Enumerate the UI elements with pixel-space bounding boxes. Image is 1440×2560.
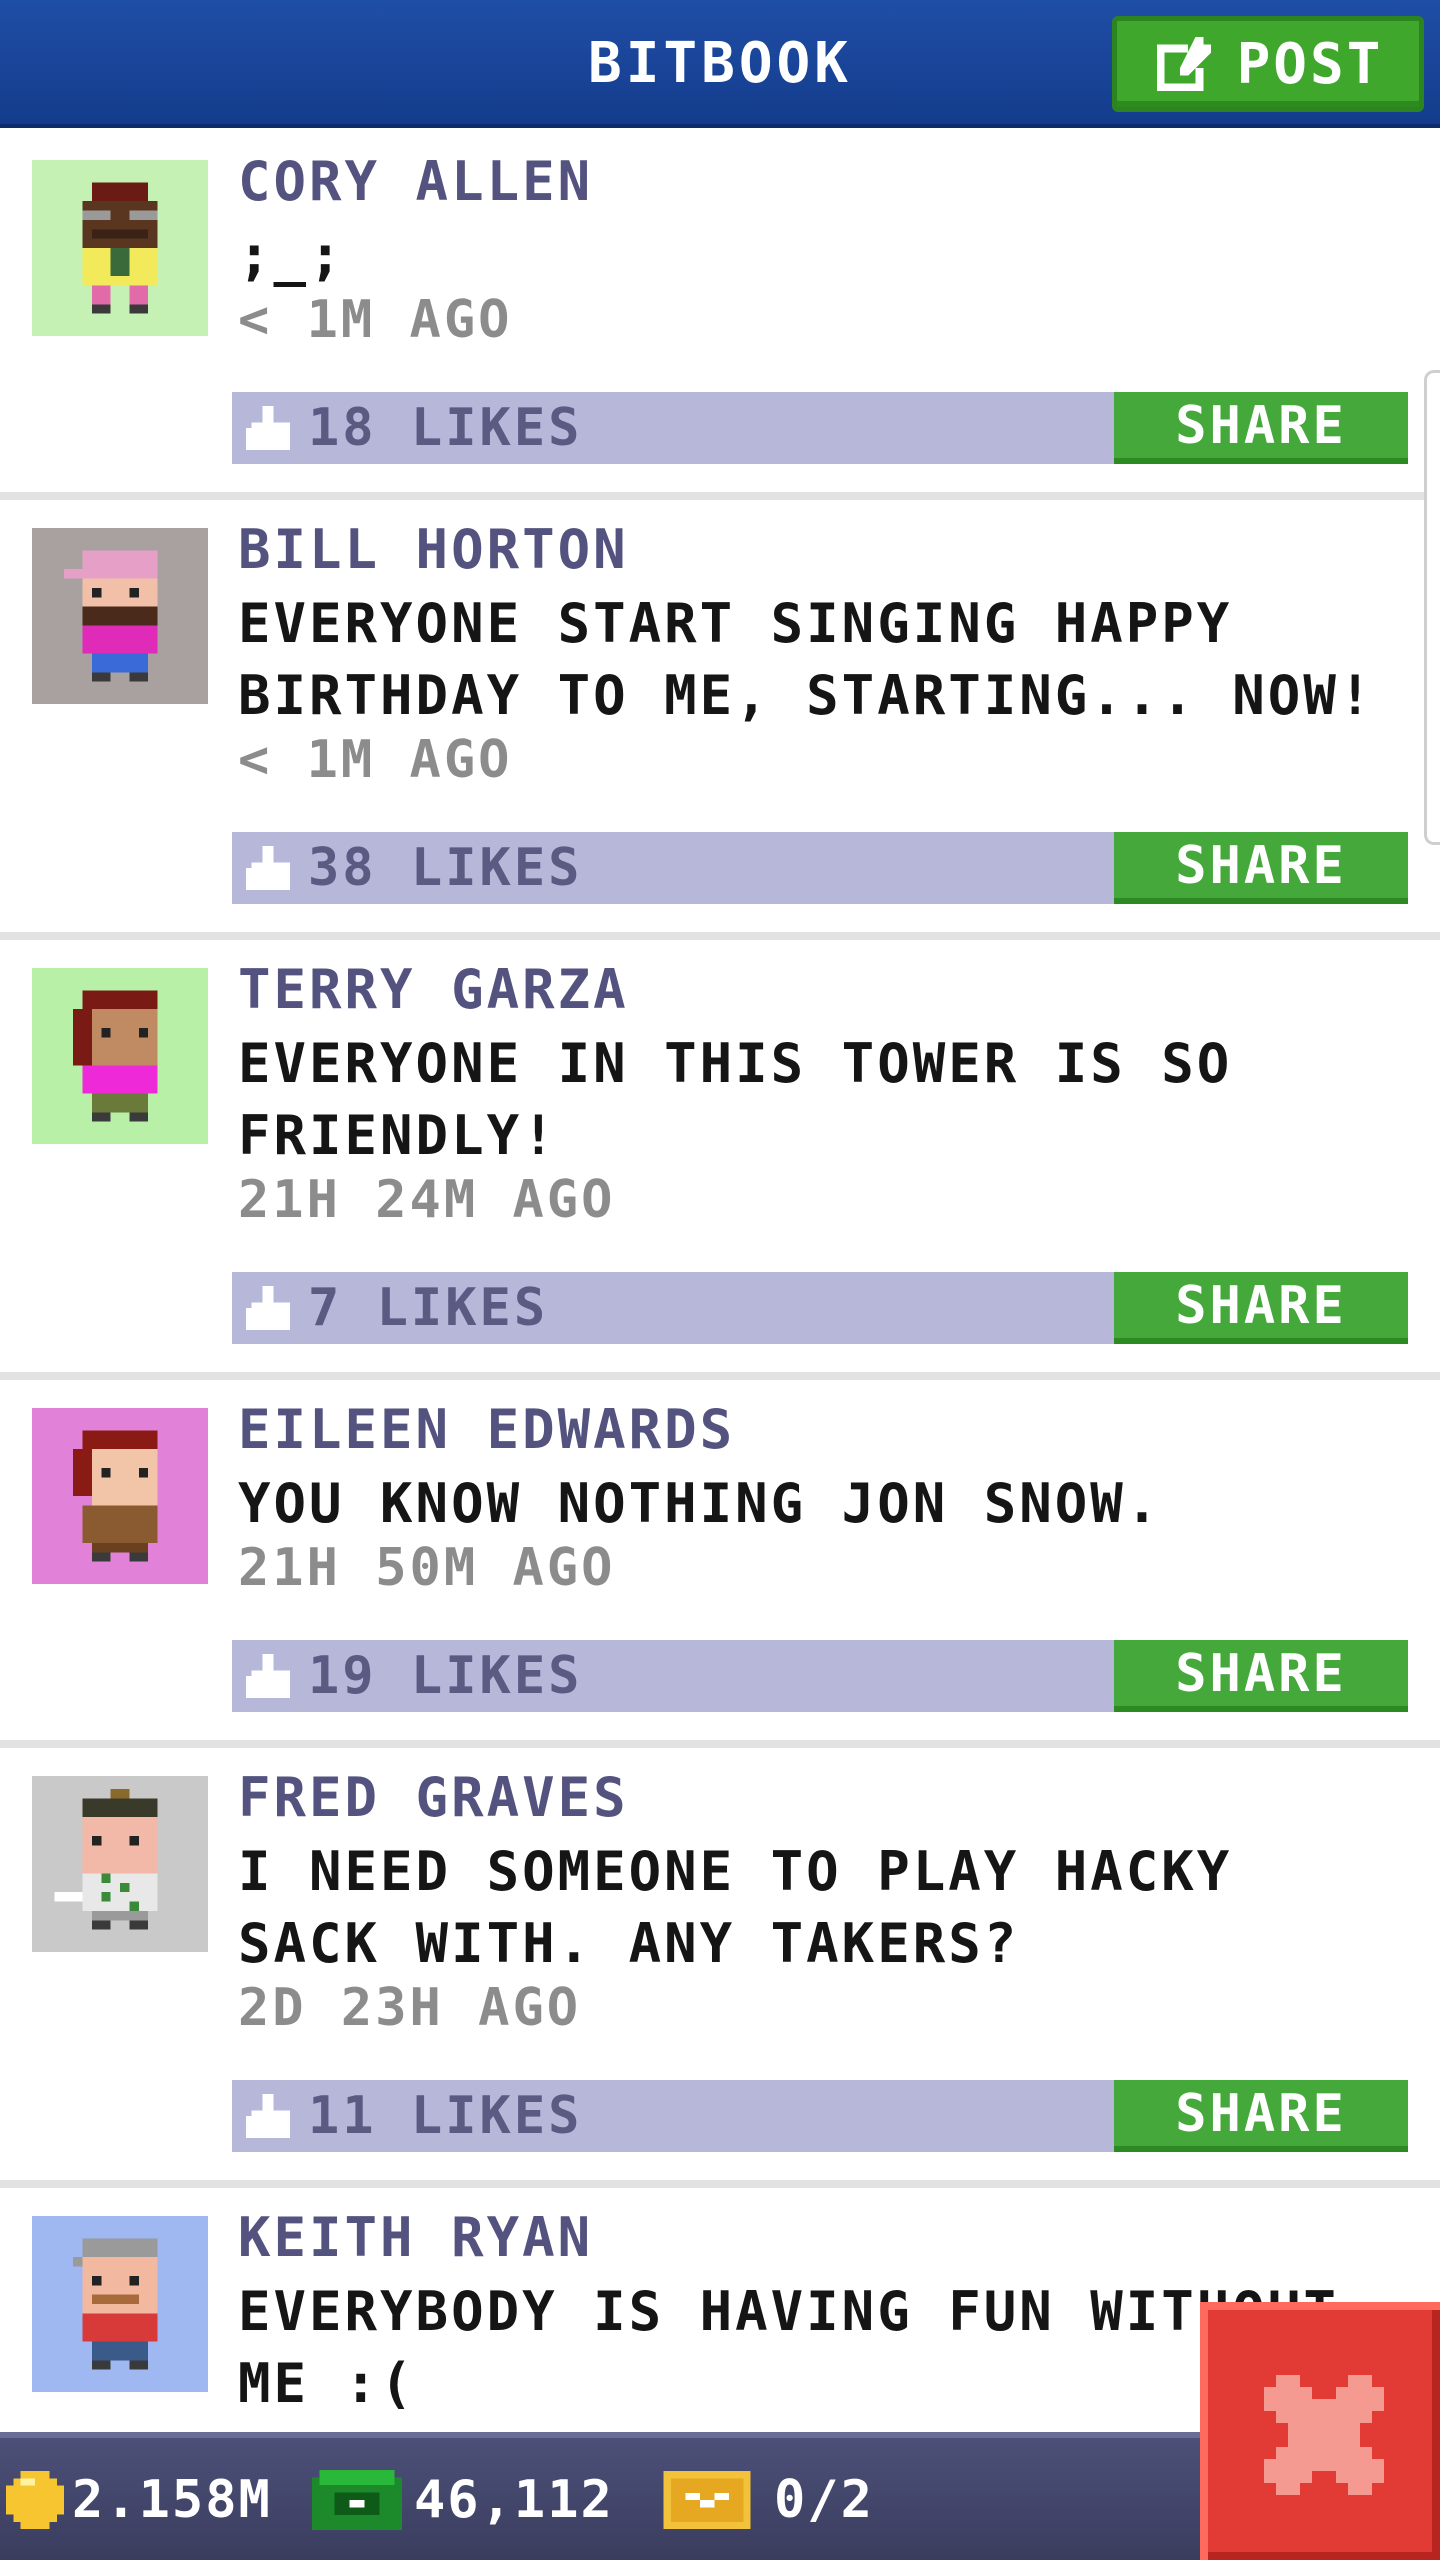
post-message: ;_; [238,224,345,287]
app-header: BITBOOK POST [0,0,1440,128]
avatar [32,1408,208,1584]
feed-post: CORY ALLEN ;_; < 1M AGO 18 LIKES SHARE [0,132,1440,500]
avatar [32,968,208,1144]
share-button[interactable]: SHARE [1114,392,1408,464]
coin-icon [6,2471,64,2529]
thumbs-up-icon[interactable] [246,846,290,890]
avatar [32,528,208,704]
post-time: 21H 24M AGO [238,1170,616,1230]
thumbs-up-icon[interactable] [246,1654,290,1698]
thumbs-up-icon[interactable] [246,2094,290,2138]
likes-bar: 19 LIKES SHARE [232,1640,1408,1712]
bux-icon [312,2470,402,2530]
bux-value: 46,112 [414,2470,614,2530]
thumbs-up-icon[interactable] [246,1286,290,1330]
close-button[interactable] [1200,2302,1440,2560]
feed-post: BILL HORTON EVERYONE START SINGING HAPPY… [0,500,1440,940]
share-button[interactable]: SHARE [1114,2080,1408,2152]
feed[interactable]: CORY ALLEN ;_; < 1M AGO 18 LIKES SHARE B… [0,132,1440,2432]
avatar [32,1776,208,1952]
post-author[interactable]: CORY ALLEN [238,150,593,213]
likes-count: 11 LIKES [308,2086,583,2146]
bux-stat: 46,112 [312,2460,614,2540]
likes-count: 7 LIKES [308,1278,549,1338]
edit-icon [1156,36,1211,92]
post-time: 21H 50M AGO [238,1538,616,1598]
avatar-image [73,2238,158,2370]
post-button-label: POST [1236,31,1384,97]
coins-stat: 2.158M [6,2460,272,2540]
avatar-image [63,550,158,682]
post-author[interactable]: TERRY GARZA [238,958,629,1021]
likes-count: 18 LIKES [308,398,583,458]
tickets-stat: 0/2 [662,2460,874,2540]
close-icon [1264,2375,1384,2495]
likes-bar: 11 LIKES SHARE [232,2080,1408,2152]
post-author[interactable]: FRED GRAVES [238,1766,629,1829]
avatar-image [73,990,158,1122]
feed-post: FRED GRAVES I NEED SOMEONE TO PLAY HACKY… [0,1748,1440,2188]
post-message: EVERYONE START SINGING HAPPY BIRTHDAY TO… [238,592,1375,727]
likes-count: 38 LIKES [308,838,583,898]
post-time: 2D 23H AGO [238,1978,582,2038]
post-button[interactable]: POST [1112,16,1424,112]
likes-count: 19 LIKES [308,1646,583,1706]
thumbs-up-icon[interactable] [246,406,290,450]
avatar-image [82,182,158,314]
feed-post: EILEEN EDWARDS YOU KNOW NOTHING JON SNOW… [0,1380,1440,1748]
share-button[interactable]: SHARE [1114,1272,1408,1344]
post-message: YOU KNOW NOTHING JON SNOW. [238,1472,1162,1535]
tickets-value: 0/2 [774,2470,874,2530]
post-message: EVERYONE IN THIS TOWER IS SO FRIENDLY! [238,1032,1233,1167]
ticket-icon [663,2471,751,2529]
post-message: I NEED SOMEONE TO PLAY HACKY SACK WITH. … [238,1840,1233,1975]
post-author[interactable]: BILL HORTON [238,518,629,581]
feed-post: TERRY GARZA EVERYONE IN THIS TOWER IS SO… [0,940,1440,1380]
coins-value: 2.158M [72,2470,272,2530]
share-button[interactable]: SHARE [1114,832,1408,904]
post-author[interactable]: KEITH RYAN [238,2206,593,2269]
post-time: < 1M AGO [238,730,513,790]
avatar-image [54,1789,158,1930]
post-author[interactable]: EILEEN EDWARDS [238,1398,735,1461]
likes-bar: 18 LIKES SHARE [232,392,1408,464]
post-time: < 1M AGO [238,290,513,350]
scroll-indicator[interactable] [1424,370,1440,845]
avatar [32,160,208,336]
likes-bar: 7 LIKES SHARE [232,1272,1408,1344]
likes-bar: 38 LIKES SHARE [232,832,1408,904]
avatar-image [73,1430,158,1562]
share-button[interactable]: SHARE [1114,1640,1408,1712]
avatar [32,2216,208,2392]
